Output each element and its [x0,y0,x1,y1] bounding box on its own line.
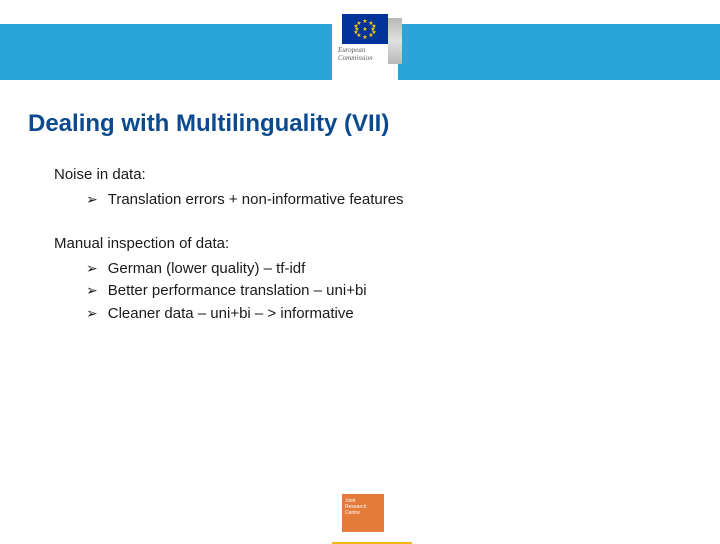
bullet-icon: ➢ [86,189,98,210]
footer-badge: Joint Research Centre [342,494,384,532]
section-label: Manual inspection of data: [54,233,404,256]
slide-content: Noise in data: ➢ Translation errors + no… [54,164,404,325]
slide-title: Dealing with Multilinguality (VII) [28,110,389,138]
bullet-text: Cleaner data – uni+bi – > informative [108,303,354,326]
eu-flag-icon [342,14,388,44]
section-label: Noise in data: [54,164,404,187]
logo-text: European Commission [332,47,373,62]
badge-line3: Centre [345,510,360,516]
logo-column-icon [388,18,402,64]
bullet-icon: ➢ [86,303,98,324]
bullet-item: ➢ Translation errors + non-informative f… [54,189,404,212]
ec-logo: European Commission [332,8,398,98]
logo-line2: Commission [338,54,373,62]
bullet-item: ➢ Cleaner data – uni+bi – > informative [54,303,404,326]
bullet-icon: ➢ [86,258,98,279]
bullet-item: ➢ German (lower quality) – tf-idf [54,258,404,281]
bullet-text: German (lower quality) – tf-idf [108,258,306,281]
bullet-item: ➢ Better performance translation – uni+b… [54,280,404,303]
bullet-text: Translation errors + non-informative fea… [108,189,404,212]
bullet-text: Better performance translation – uni+bi [108,280,367,303]
bullet-icon: ➢ [86,280,98,301]
